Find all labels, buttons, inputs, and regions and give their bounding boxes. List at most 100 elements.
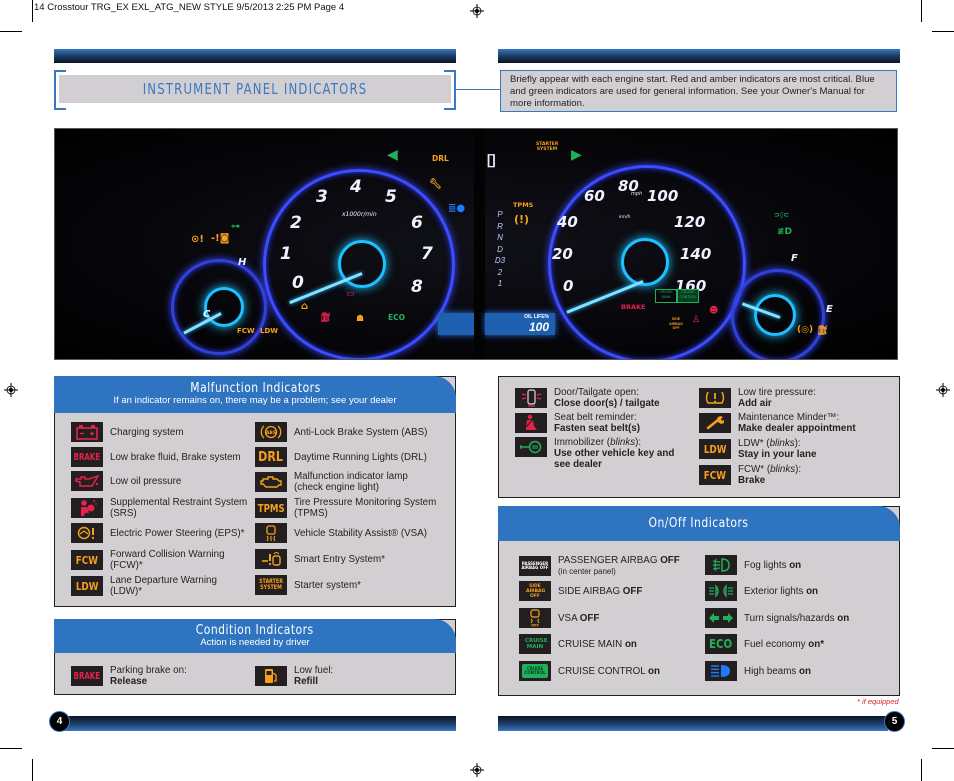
alert-row: Door/Tailgate open: Close door(s) / tailg… bbox=[515, 387, 660, 409]
tach-number: 3 bbox=[316, 187, 328, 207]
indicator-row: Malfunction indicator lamp (check engine… bbox=[255, 471, 424, 493]
malfunction-heading: Malfunction Indicators bbox=[189, 380, 321, 396]
starter-text-icon: STARTER SYSTEM bbox=[255, 575, 287, 595]
tire-pressure-icon bbox=[699, 388, 731, 408]
intro-note: Briefly appear with each engine start. R… bbox=[500, 70, 897, 112]
gear-position: D bbox=[497, 244, 503, 254]
speed-number: 100 bbox=[647, 187, 679, 205]
ldw-light: LDW bbox=[260, 327, 278, 335]
crop-mark bbox=[932, 31, 954, 32]
alert-label: LDW* (blinks): Stay in your lane bbox=[738, 438, 816, 460]
eco-light: ECO bbox=[388, 313, 406, 322]
crop-mark bbox=[932, 748, 954, 749]
icon-text: FCW bbox=[75, 553, 99, 567]
tach-number: 7 bbox=[421, 244, 433, 264]
indicator-label: Daytime Running Lights (DRL) bbox=[294, 451, 427, 463]
condition-heading: Condition Indicators bbox=[196, 622, 314, 638]
onoff-label: VSA OFF bbox=[558, 613, 599, 624]
svg-text:OFF: OFF bbox=[531, 624, 539, 628]
onoff-label: CRUISE MAIN on bbox=[558, 639, 637, 650]
tpms-light: TPMS bbox=[513, 201, 534, 209]
fuel-pump-icon bbox=[255, 666, 287, 686]
condition-label: Low fuel: Refill bbox=[294, 665, 333, 687]
fcw-text-icon: FCW bbox=[699, 465, 731, 485]
vsa-off-icon: OFF bbox=[519, 608, 551, 628]
alert-row: Immobilizer (blinks): Use other vehicle k… bbox=[515, 437, 684, 470]
seatbelt-icon bbox=[515, 413, 547, 433]
condition-row: BRAKE Parking brake on: Release bbox=[71, 665, 187, 687]
high-beam-icon bbox=[705, 661, 737, 681]
door-open-icon: ⌷ bbox=[486, 151, 497, 172]
alert-action: Brake bbox=[738, 475, 766, 486]
footnote: * if equipped bbox=[857, 697, 899, 706]
indicator-label: Lane Departure Warning (LDW)* bbox=[110, 575, 217, 597]
alert-text-emphasis: blinks bbox=[610, 437, 636, 448]
onoff-text: High beams bbox=[744, 665, 799, 677]
wrench-icon: 🔧︎ bbox=[429, 179, 442, 190]
alert-row: Seat belt reminder: Fasten seat belt(s) bbox=[515, 412, 640, 434]
onoff-label: PASSENGER AIRBAG OFF (in center panel) bbox=[558, 555, 680, 577]
cruise-control-icon: CRUISE CONTROL bbox=[519, 661, 551, 681]
eps-icon: ⊙! bbox=[191, 234, 204, 245]
alert-label: Maintenance Minder™: Make dealer appointm… bbox=[738, 412, 856, 434]
alert-text: Low tire pressure: bbox=[738, 387, 816, 398]
indicator-row: Supplemental Restraint System (SRS) bbox=[71, 497, 260, 519]
condition-indicators-panel: Condition Indicators Action is needed by… bbox=[54, 619, 456, 695]
indicator-label: Low brake fluid, Brake system bbox=[110, 451, 241, 463]
registration-mark-icon bbox=[470, 763, 484, 777]
oil-life-value: 100 bbox=[528, 320, 549, 334]
indicator-row: Charging system bbox=[71, 422, 184, 442]
indicator-label: Malfunction indicator lamp (check engine… bbox=[294, 471, 408, 493]
battery-icon bbox=[71, 422, 103, 442]
page-number-left: 4 bbox=[49, 711, 70, 732]
cruise-main-icon: CRUISE MAIN bbox=[519, 634, 551, 654]
onoff-label: Fuel economy on* bbox=[744, 639, 824, 650]
alert-label: Door/Tailgate open: Close door(s) / tailg… bbox=[554, 387, 660, 409]
icon-text: BRAKE bbox=[73, 670, 101, 682]
gear-position: N bbox=[497, 233, 503, 242]
eco-text-icon: ECO bbox=[705, 634, 737, 654]
onoff-row: Turn signals/hazards on bbox=[705, 608, 849, 628]
crop-mark bbox=[0, 748, 22, 749]
tach-number: 1 bbox=[280, 244, 292, 264]
indicator-row: FCW Forward Collision Warning (FCW)* bbox=[71, 549, 240, 571]
steering-wheel-icon bbox=[71, 523, 103, 543]
engine-icon bbox=[255, 472, 287, 492]
indicator-row: Low oil pressure bbox=[71, 471, 181, 491]
onoff-row: High beams on bbox=[705, 661, 811, 681]
cruise-control-light: CRUISE CONTROL bbox=[677, 289, 699, 303]
ldw-text-icon: LDW bbox=[71, 576, 103, 596]
crop-mark bbox=[32, 759, 33, 781]
alert-text: Seat belt reminder: bbox=[554, 412, 637, 423]
condition-action: Release bbox=[110, 676, 148, 687]
alert-label: Low tire pressure: Add air bbox=[738, 387, 816, 409]
onoff-header: On/Off Indicators bbox=[498, 506, 900, 541]
indicator-row: ABS Anti-Lock Brake System (ABS) bbox=[255, 422, 427, 442]
indicator-label: Charging system bbox=[110, 426, 184, 438]
info-display-left bbox=[438, 313, 475, 335]
tpms-text-icon: TPMS bbox=[255, 498, 287, 518]
photo-divider bbox=[474, 129, 485, 359]
onoff-state: on bbox=[837, 612, 850, 624]
crop-mark bbox=[921, 759, 922, 781]
icon-text: PASSENGER AIRBAG OFF bbox=[521, 560, 549, 570]
alert-text: Door/Tailgate open: bbox=[554, 387, 639, 398]
icon-text: STARTER SYSTEM bbox=[259, 578, 283, 591]
icon-text: DRL bbox=[258, 449, 284, 465]
side-airbag-off-icon: SIDE AIRBAG OFF bbox=[519, 581, 551, 601]
side-airbag-off-light: SIDE AIRBAG OFF bbox=[669, 317, 683, 330]
passenger-airbag-off-icon: PASSENGER AIRBAG OFF bbox=[519, 556, 551, 576]
speed-number: 60 bbox=[584, 187, 605, 205]
registration-mark-icon bbox=[470, 4, 484, 18]
onoff-text: Turn signals/hazards bbox=[744, 612, 838, 624]
condition-text: Parking brake on: bbox=[110, 665, 187, 676]
malfunction-header: Malfunction Indicators If an indicator r… bbox=[54, 376, 456, 413]
drl-text-icon: DRL bbox=[255, 447, 287, 467]
temp-cold-label: C bbox=[203, 309, 211, 320]
door-open-icon bbox=[515, 388, 547, 408]
onoff-row: Exterior lights on bbox=[705, 581, 818, 601]
indicator-label: Low oil pressure bbox=[110, 475, 182, 487]
indicator-row: Vehicle Stability Assist® (VSA) bbox=[255, 523, 427, 543]
tach-number: 6 bbox=[411, 213, 423, 233]
ldw-text-icon: LDW bbox=[699, 439, 731, 459]
